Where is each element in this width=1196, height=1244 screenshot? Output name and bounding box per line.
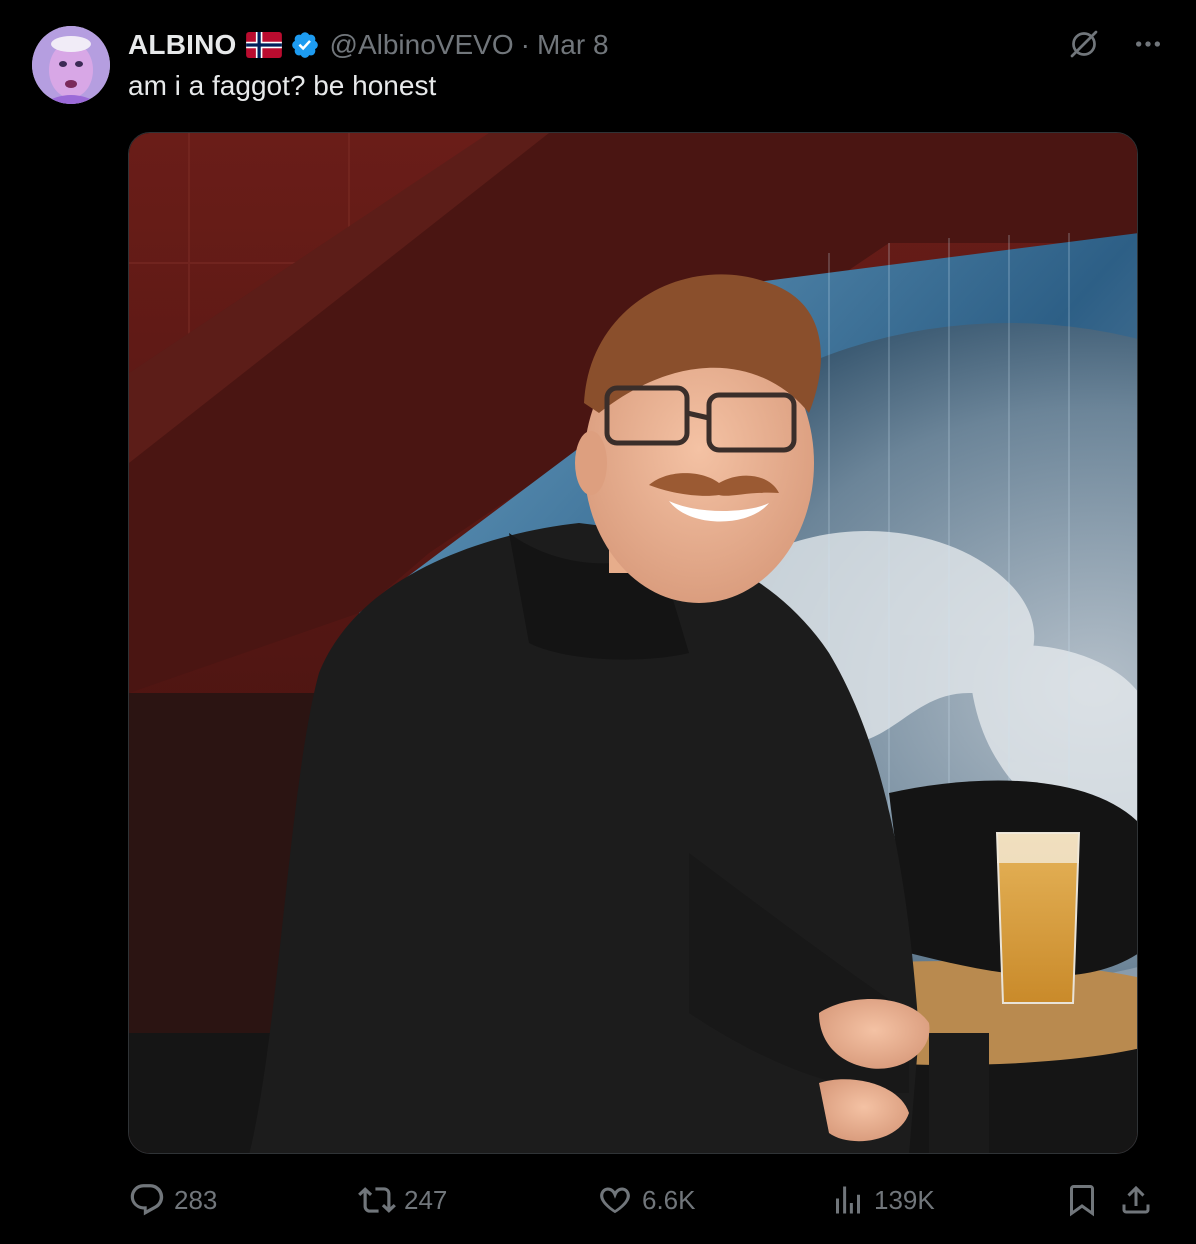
- top-right-actions: [1066, 26, 1164, 67]
- display-name[interactable]: ALBINO: [128, 29, 237, 61]
- tweet-text: am i a faggot? be honest: [128, 70, 437, 101]
- reply-icon: [130, 1184, 164, 1216]
- reply-button[interactable]: 283: [128, 1176, 217, 1224]
- like-button[interactable]: 6.6K: [596, 1176, 696, 1224]
- repost-icon: [358, 1187, 396, 1213]
- repost-button[interactable]: 247: [358, 1176, 447, 1224]
- analytics-icon: [836, 1186, 860, 1214]
- views-button[interactable]: 139K: [830, 1176, 935, 1224]
- view-count: 139K: [874, 1184, 935, 1215]
- avatar-image: [32, 26, 110, 104]
- grok-icon[interactable]: [1066, 26, 1102, 67]
- tweet-header: ALBINO @AlbinoVEVO · Mar 8: [128, 28, 609, 62]
- post-date[interactable]: Mar 8: [537, 29, 609, 61]
- tweet-photo[interactable]: [128, 132, 1138, 1154]
- norway-flag-icon: [245, 32, 282, 58]
- verified-badge-icon[interactable]: [290, 30, 320, 60]
- like-count: 6.6K: [642, 1184, 696, 1215]
- bookmark-icon: [1070, 1185, 1094, 1217]
- more-icon[interactable]: [1132, 28, 1164, 65]
- separator-dot: ·: [520, 29, 530, 60]
- share-icon: [1122, 1185, 1150, 1214]
- avatar[interactable]: [32, 26, 110, 104]
- user-handle[interactable]: @AlbinoVEVO: [330, 29, 514, 61]
- heart-icon: [600, 1187, 630, 1214]
- repost-count: 247: [404, 1184, 448, 1215]
- photo-image: [129, 133, 1137, 1153]
- bookmark-button[interactable]: [1064, 1176, 1100, 1224]
- share-button[interactable]: [1118, 1176, 1154, 1224]
- action-bar: 283 247 6.6K 139K: [128, 1176, 1168, 1224]
- reply-count: 283: [174, 1184, 218, 1215]
